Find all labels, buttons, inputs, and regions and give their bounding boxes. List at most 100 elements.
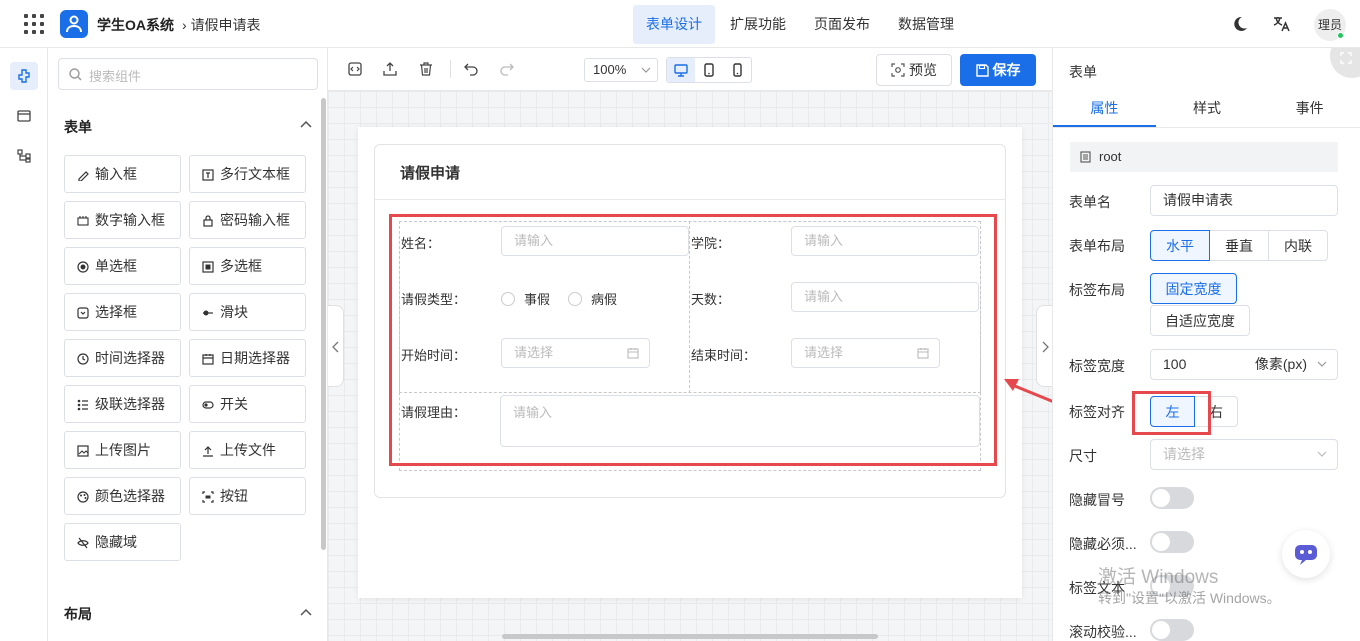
fullscreen-corner-button[interactable]: [1330, 48, 1360, 78]
apps-grid-icon[interactable]: [24, 14, 44, 34]
undo-icon[interactable]: [464, 62, 478, 76]
nav-data[interactable]: 数据管理: [885, 5, 967, 44]
layout-vertical-option[interactable]: 垂直: [1210, 230, 1269, 261]
component-item[interactable]: 多选框: [189, 247, 306, 285]
component-item[interactable]: 单选框: [64, 247, 181, 285]
label-align-label: 标签对齐: [1069, 404, 1125, 420]
label-width-value: 100: [1163, 356, 1187, 372]
label-auto-width-option[interactable]: 自适应宽度: [1150, 305, 1250, 336]
desktop-icon[interactable]: [667, 58, 695, 82]
canvas-horizontal-scrollbar[interactable]: [502, 634, 878, 639]
component-item-label: 时间选择器: [95, 350, 165, 366]
zoom-select[interactable]: 100%: [584, 58, 658, 82]
nav-form-design[interactable]: 表单设计: [633, 5, 715, 44]
component-item[interactable]: 上传文件: [189, 431, 306, 469]
switch-icon: [202, 398, 214, 410]
component-item[interactable]: 隐藏域: [64, 523, 181, 561]
form-name-input[interactable]: 请假申请表: [1150, 185, 1338, 216]
tab-styles[interactable]: 样式: [1156, 90, 1259, 127]
nav-extensions[interactable]: 扩展功能: [717, 5, 799, 44]
mobile-icon[interactable]: [723, 58, 751, 82]
redo-icon[interactable]: [500, 62, 514, 76]
collapse-left-handle[interactable]: [328, 305, 344, 387]
toggle-knob: [1152, 533, 1170, 551]
select-icon: [77, 306, 89, 319]
hide-colon-toggle[interactable]: [1150, 487, 1194, 509]
dark-mode-icon[interactable]: [1232, 16, 1248, 35]
component-item[interactable]: 多行文本框: [189, 155, 306, 193]
component-item[interactable]: 输入框: [64, 155, 181, 193]
layout-inline-option[interactable]: 内联: [1269, 230, 1328, 261]
root-node[interactable]: root: [1070, 142, 1338, 172]
nav-publish[interactable]: 页面发布: [801, 5, 883, 44]
component-item-label: 多行文本框: [220, 166, 290, 182]
translate-icon[interactable]: [1272, 15, 1290, 36]
clock-icon: [77, 352, 89, 365]
component-panel: 搜索组件 表单 输入框 多行文本框 数字输入框 密码输入框 单选框 多选框 选择框 滑块 时间选…: [48, 48, 328, 641]
upload-icon: [202, 444, 214, 457]
component-item-label: 数字输入框: [95, 212, 165, 228]
breadcrumb[interactable]: › 请假申请表: [182, 15, 261, 35]
component-item-label: 日期选择器: [220, 350, 290, 366]
label-width-input[interactable]: 100 像素(px): [1150, 349, 1338, 380]
code-icon[interactable]: [10, 102, 38, 130]
root-label: root: [1099, 149, 1122, 164]
scroll-validate-toggle[interactable]: [1150, 619, 1194, 641]
export-icon[interactable]: [383, 62, 397, 76]
component-item[interactable]: 日期选择器: [189, 339, 306, 377]
component-search-input[interactable]: 搜索组件: [58, 58, 318, 90]
json-icon[interactable]: [348, 62, 362, 76]
save-label: 保存: [992, 62, 1021, 78]
highlight-box-form: [389, 214, 997, 466]
slider-icon: [202, 306, 214, 318]
size-select[interactable]: 请选择: [1150, 439, 1338, 470]
outline-tree-icon[interactable]: [10, 142, 38, 170]
preview-button[interactable]: 预览: [876, 54, 952, 86]
component-item-label: 滑块: [220, 304, 248, 320]
user-avatar[interactable]: 理员: [1314, 9, 1346, 41]
label-width-label: 标签宽度: [1069, 358, 1125, 374]
annotation-arrow-icon: [1004, 379, 1055, 404]
components-icon[interactable]: [10, 62, 38, 90]
component-item-label: 密码输入框: [220, 212, 290, 228]
chat-assistant-button[interactable]: [1282, 530, 1330, 578]
label-layout-label: 标签布局: [1069, 282, 1125, 298]
component-item[interactable]: 颜色选择器: [64, 477, 181, 515]
search-placeholder: 搜索组件: [89, 69, 142, 84]
tablet-icon[interactable]: [695, 58, 723, 82]
component-item-label: 开关: [220, 396, 248, 412]
save-button[interactable]: 保存: [960, 54, 1036, 86]
chevron-up-icon[interactable]: [300, 608, 312, 616]
component-item-label: 上传文件: [220, 442, 276, 458]
component-item[interactable]: 数字输入框: [64, 201, 181, 239]
online-status-dot: [1337, 32, 1344, 39]
pencil-icon: [77, 168, 89, 182]
cascader-icon: [77, 398, 89, 411]
checkbox-icon: [202, 260, 214, 273]
windows-watermark-subtitle: 转到"设置"以激活 Windows。: [1098, 590, 1281, 606]
label-fixed-width-option[interactable]: 固定宽度: [1150, 273, 1237, 304]
chevron-left-icon: [332, 341, 339, 353]
component-item[interactable]: 按钮: [189, 477, 306, 515]
component-item-label: 按钮: [220, 488, 248, 504]
component-item[interactable]: 时间选择器: [64, 339, 181, 377]
component-item[interactable]: 上传图片: [64, 431, 181, 469]
chevron-up-icon[interactable]: [300, 120, 312, 128]
component-panel-scrollbar[interactable]: [321, 98, 326, 550]
trash-icon[interactable]: [419, 62, 433, 76]
label-width-unit[interactable]: 像素(px): [1255, 350, 1307, 379]
tab-attributes[interactable]: 属性: [1053, 90, 1156, 127]
form-card-divider: [374, 199, 1006, 200]
image-icon: [77, 444, 89, 457]
component-item[interactable]: 开关: [189, 385, 306, 423]
tab-events[interactable]: 事件: [1258, 90, 1360, 127]
component-item[interactable]: 密码输入框: [189, 201, 306, 239]
component-item[interactable]: 滑块: [189, 293, 306, 331]
layout-horizontal-option[interactable]: 水平: [1150, 230, 1210, 261]
button-icon: [202, 490, 214, 503]
hide-required-toggle[interactable]: [1150, 531, 1194, 553]
user-name: 理员: [1317, 18, 1342, 32]
form-card-title: 请假申请: [400, 165, 461, 182]
component-item[interactable]: 级联选择器: [64, 385, 181, 423]
component-item[interactable]: 选择框: [64, 293, 181, 331]
